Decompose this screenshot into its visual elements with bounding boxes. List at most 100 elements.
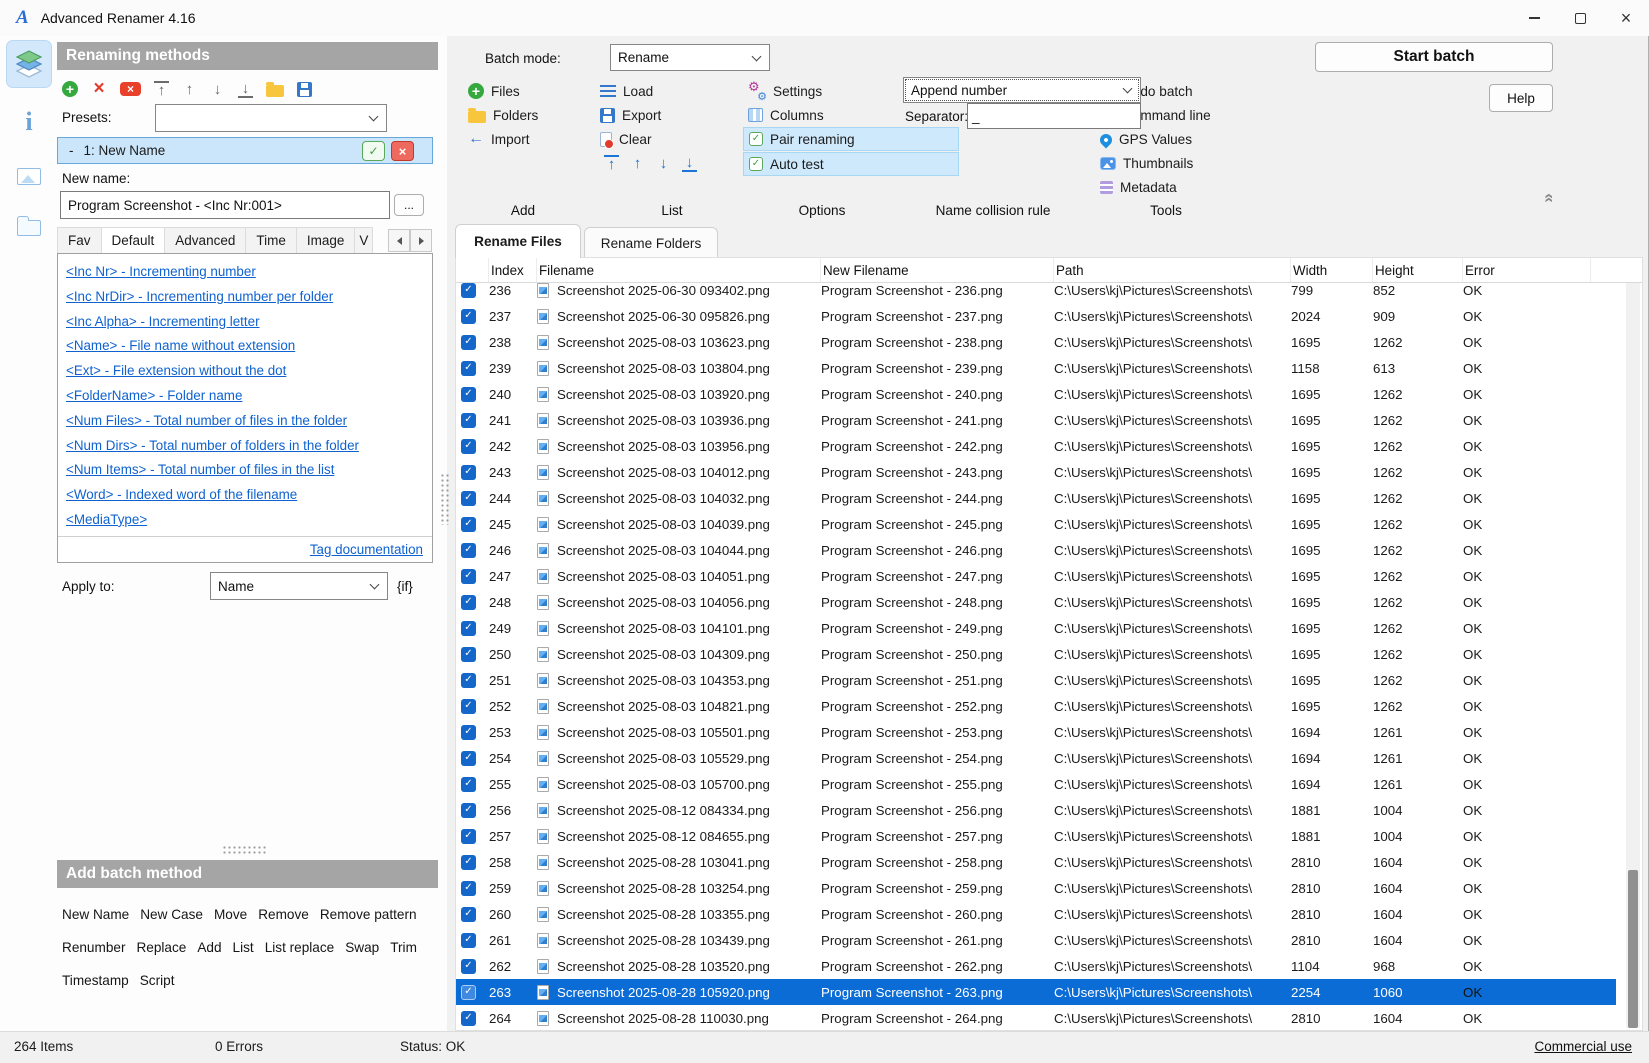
row-checkbox[interactable] — [461, 491, 476, 506]
tag-tab-time[interactable]: Time — [246, 227, 297, 254]
list-arrow-bottom-button[interactable]: ↓ — [682, 155, 697, 172]
row-checkbox[interactable] — [461, 647, 476, 662]
tag-tab-image[interactable]: Image — [297, 227, 356, 254]
batch-mode-dropdown[interactable]: Rename — [610, 44, 770, 71]
column-header-path[interactable]: Path — [1054, 258, 1291, 282]
add-method-swap[interactable]: Swap — [345, 940, 379, 955]
row-checkbox[interactable] — [461, 517, 476, 532]
row-checkbox[interactable] — [461, 283, 476, 298]
tag-tab-fav[interactable]: Fav — [57, 227, 102, 254]
column-header-error[interactable]: Error — [1463, 258, 1591, 282]
list-arrow-down-button[interactable]: ↓ — [656, 155, 671, 172]
methods-toolbar-add-circle-button[interactable] — [62, 81, 78, 97]
row-checkbox[interactable] — [461, 959, 476, 974]
tag-link[interactable]: <Num Dirs> - Total number of folders in … — [66, 434, 424, 459]
method-enabled-checkbox[interactable]: ✓ — [362, 141, 385, 161]
add-method-remove[interactable]: Remove — [258, 907, 309, 922]
row-checkbox[interactable] — [461, 309, 476, 324]
table-row[interactable]: 261Screenshot 2025-08-28 103439.pngProgr… — [456, 927, 1616, 953]
add-method-remove-pattern[interactable]: Remove pattern — [320, 907, 417, 922]
horizontal-splitter-handle[interactable] — [222, 845, 266, 854]
tag-link[interactable]: <FolderName> - Folder name — [66, 384, 424, 409]
table-row[interactable]: 249Screenshot 2025-08-03 104101.pngProgr… — [456, 615, 1616, 641]
sidebar-item-info[interactable]: i — [6, 98, 52, 146]
methods-toolbar-save-button[interactable] — [297, 82, 312, 97]
header-checkbox[interactable] — [456, 258, 489, 282]
tag-link[interactable]: <Inc Nr> - Incrementing number — [66, 260, 424, 285]
add-method-new-name[interactable]: New Name — [62, 907, 129, 922]
tag-link[interactable]: <Num Items> - Total number of files in t… — [66, 458, 424, 483]
methods-toolbar-arrow-up-button[interactable]: ↑ — [182, 81, 197, 98]
table-row[interactable]: 243Screenshot 2025-08-03 104012.pngProgr… — [456, 459, 1616, 485]
column-header-index[interactable]: Index — [489, 258, 537, 282]
add-method-replace[interactable]: Replace — [136, 940, 186, 955]
method-item-new-name[interactable]: - 1: New Name ✓ × — [57, 137, 433, 164]
action-folders[interactable]: Folders — [468, 103, 538, 127]
tag-tab-v[interactable]: V — [355, 227, 373, 254]
methods-toolbar-delete-x-button[interactable] — [91, 81, 107, 97]
row-checkbox[interactable] — [461, 543, 476, 558]
add-method-add[interactable]: Add — [197, 940, 221, 955]
row-checkbox[interactable] — [461, 361, 476, 376]
row-checkbox[interactable] — [461, 413, 476, 428]
row-checkbox[interactable] — [461, 855, 476, 870]
action-metadata[interactable]: Metadata — [1100, 175, 1211, 199]
add-method-new-case[interactable]: New Case — [140, 907, 203, 922]
action-pair-renaming[interactable]: Pair renaming — [743, 127, 959, 151]
table-row[interactable]: 254Screenshot 2025-08-03 105529.pngProgr… — [456, 745, 1616, 771]
table-row[interactable]: 236Screenshot 2025-06-30 093402.pngProgr… — [456, 283, 1616, 303]
tag-link[interactable]: <Num Files> - Total number of files in t… — [66, 409, 424, 434]
row-checkbox[interactable] — [461, 985, 476, 1000]
table-row[interactable]: 244Screenshot 2025-08-03 104032.pngProgr… — [456, 485, 1616, 511]
minimize-button[interactable] — [1511, 0, 1557, 36]
table-row[interactable]: 242Screenshot 2025-08-03 103956.pngProgr… — [456, 433, 1616, 459]
tag-link[interactable]: <MediaType> — [66, 508, 424, 533]
column-header-new-filename[interactable]: New Filename — [821, 258, 1054, 282]
tag-documentation-link[interactable]: Tag documentation — [310, 542, 423, 557]
close-button[interactable]: × — [1603, 0, 1649, 36]
list-arrow-up-button[interactable]: ↑ — [630, 155, 645, 172]
action-import[interactable]: Import — [468, 127, 538, 151]
table-row[interactable]: 239Screenshot 2025-08-03 103804.pngProgr… — [456, 355, 1616, 381]
tag-link[interactable]: <Ext> - File extension without the dot — [66, 359, 424, 384]
table-row[interactable]: 251Screenshot 2025-08-03 104353.pngProgr… — [456, 667, 1616, 693]
name-collision-dropdown[interactable]: Append number — [903, 77, 1141, 103]
tab-rename-files[interactable]: Rename Files — [455, 224, 581, 258]
tag-link[interactable]: <Name> - File name without extension — [66, 334, 424, 359]
column-header-height[interactable]: Height — [1373, 258, 1463, 282]
table-row[interactable]: 247Screenshot 2025-08-03 104051.pngProgr… — [456, 563, 1616, 589]
table-row[interactable]: 238Screenshot 2025-08-03 103623.pngProgr… — [456, 329, 1616, 355]
add-method-list-replace[interactable]: List replace — [265, 940, 335, 955]
browse-button[interactable]: ... — [394, 194, 424, 216]
help-button[interactable]: Help — [1489, 84, 1553, 112]
separator-input[interactable]: _ — [967, 103, 1141, 129]
vertical-splitter-handle[interactable] — [440, 473, 450, 525]
add-method-script[interactable]: Script — [140, 973, 175, 988]
table-row[interactable]: 255Screenshot 2025-08-03 105700.pngProgr… — [456, 771, 1616, 797]
row-checkbox[interactable] — [461, 699, 476, 714]
table-row[interactable]: 240Screenshot 2025-08-03 103920.pngProgr… — [456, 381, 1616, 407]
table-row[interactable]: 262Screenshot 2025-08-28 103520.pngProgr… — [456, 953, 1616, 979]
row-checkbox[interactable] — [461, 595, 476, 610]
row-checkbox[interactable] — [461, 803, 476, 818]
table-row[interactable]: 264Screenshot 2025-08-28 110030.pngProgr… — [456, 1005, 1616, 1031]
row-checkbox[interactable] — [461, 335, 476, 350]
table-row[interactable]: 256Screenshot 2025-08-12 084334.pngProgr… — [456, 797, 1616, 823]
table-row[interactable]: 253Screenshot 2025-08-03 105501.pngProgr… — [456, 719, 1616, 745]
collapse-toolbar-button[interactable]: « — [1538, 188, 1562, 206]
add-method-trim[interactable]: Trim — [390, 940, 417, 955]
table-row[interactable]: 252Screenshot 2025-08-03 104821.pngProgr… — [456, 693, 1616, 719]
table-row[interactable]: 237Screenshot 2025-06-30 095826.pngProgr… — [456, 303, 1616, 329]
table-row[interactable]: 259Screenshot 2025-08-28 103254.pngProgr… — [456, 875, 1616, 901]
action-gps-values[interactable]: GPS Values — [1100, 127, 1211, 151]
add-method-renumber[interactable]: Renumber — [62, 940, 125, 955]
add-method-list[interactable]: List — [233, 940, 254, 955]
row-checkbox[interactable] — [461, 907, 476, 922]
row-checkbox[interactable] — [461, 569, 476, 584]
tab-scroll-right-button[interactable] — [410, 229, 432, 252]
row-checkbox[interactable] — [461, 829, 476, 844]
row-checkbox[interactable] — [461, 933, 476, 948]
row-checkbox[interactable] — [461, 465, 476, 480]
table-row[interactable]: 263Screenshot 2025-08-28 105920.pngProgr… — [456, 979, 1616, 1005]
action-files[interactable]: Files — [468, 79, 538, 103]
